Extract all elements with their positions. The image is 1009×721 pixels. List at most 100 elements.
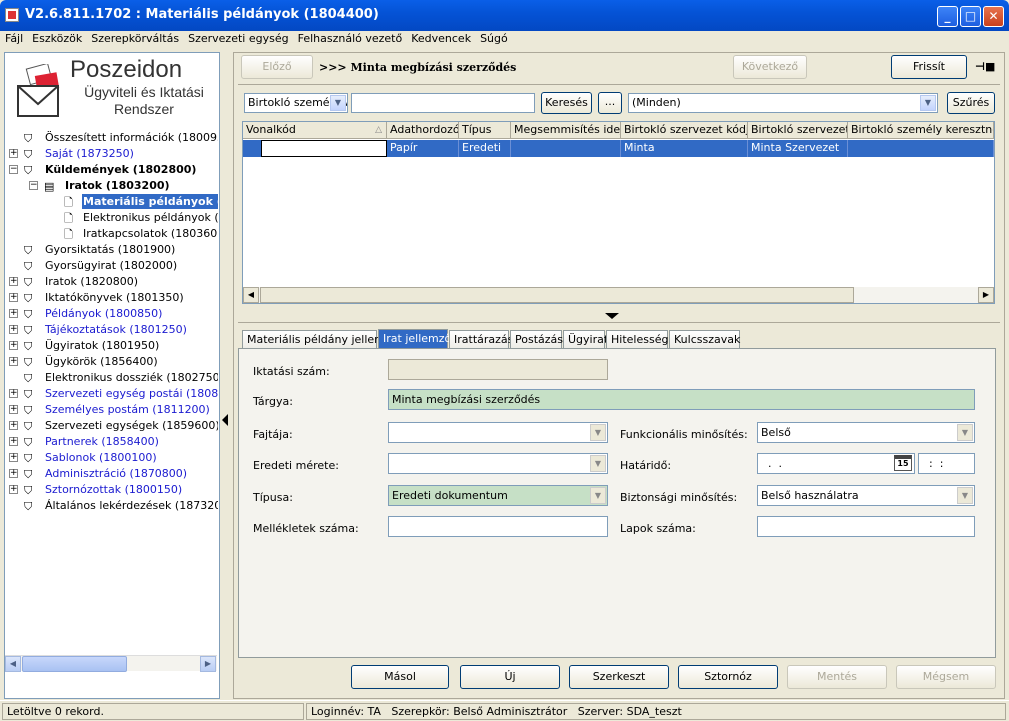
new-button[interactable]: Új (460, 665, 560, 689)
column-header[interactable]: Megsemmisítés ideje (511, 122, 621, 139)
search-input[interactable] (351, 93, 535, 113)
column-header[interactable]: Típus (459, 122, 511, 139)
search-button[interactable]: Keresés (541, 92, 592, 114)
column-header[interactable]: Birtokló szervezet (748, 122, 848, 139)
type-select[interactable]: Eredeti dokumentum ▼ (388, 485, 608, 506)
expand-icon[interactable]: + (9, 453, 18, 462)
table-row-selected[interactable]: Papír Eredeti Minta Minta Szervezet (243, 140, 994, 157)
menu-favorites[interactable]: Kedvencek (406, 31, 475, 45)
edit-button[interactable]: Szerkeszt (569, 665, 669, 689)
filter-select[interactable]: (Minden) ▼ (628, 93, 938, 113)
scroll-thumb[interactable] (22, 656, 127, 672)
scroll-right-icon[interactable]: ▶ (200, 656, 216, 672)
expand-icon[interactable]: + (9, 309, 18, 318)
divider (238, 322, 1000, 323)
table-horizontal-scrollbar[interactable]: ◀ ▶ (243, 287, 994, 303)
menu-user-lead[interactable]: Felhasználó vezető (293, 31, 407, 45)
chevron-down-icon[interactable]: ▼ (590, 455, 606, 472)
copy-button[interactable]: Másol (351, 665, 449, 689)
page-count-input[interactable] (757, 516, 975, 537)
expand-icon[interactable]: + (9, 469, 18, 478)
logo-subtitle: Ügyviteli és Iktatási (84, 84, 204, 100)
registration-number-field (388, 359, 608, 380)
column-header[interactable]: Birtokló szervezet kódja (621, 122, 748, 139)
scroll-thumb[interactable] (260, 287, 854, 303)
menu-role-switch[interactable]: Szerepkörváltás (86, 31, 183, 45)
functional-class-select[interactable]: Belső ▼ (757, 422, 975, 443)
tab-authenticity[interactable]: Hitelesség (606, 330, 668, 349)
collapse-icon[interactable]: − (29, 181, 38, 190)
tab-case-file[interactable]: Ügyirat (563, 330, 608, 349)
tab-material-copy[interactable]: Materiális példány jellemzői (242, 330, 400, 349)
scroll-left-icon[interactable]: ◀ (243, 287, 259, 303)
scroll-right-icon[interactable]: ▶ (978, 287, 994, 303)
maximize-button[interactable]: □ (960, 6, 981, 27)
tree-item-selected[interactable]: 🗋 Materiális példányok (1 (6, 194, 218, 210)
kind-select[interactable]: ▼ (388, 422, 608, 443)
expand-icon[interactable]: + (9, 405, 18, 414)
tab-document-props[interactable]: Irat jellemzői (378, 329, 454, 349)
tab-keywords[interactable]: Kulcsszavak (669, 330, 740, 349)
chevron-down-icon[interactable]: ▼ (957, 424, 973, 441)
menu-file[interactable]: Fájl (0, 31, 27, 45)
next-button[interactable]: Következő (733, 55, 807, 79)
folder-icon: ⛉ (24, 452, 33, 465)
browse-button[interactable]: ... (598, 92, 622, 114)
tab-mailing[interactable]: Postázás (510, 330, 563, 349)
expand-icon[interactable]: + (9, 293, 18, 302)
expand-icon[interactable]: + (9, 389, 18, 398)
cancel-record-button[interactable]: Sztornóz (678, 665, 778, 689)
expand-icon[interactable]: + (9, 325, 18, 334)
calendar-icon[interactable]: 15 (894, 455, 912, 471)
title-bar[interactable]: V2.6.811.1702 : Materiális példányok (18… (0, 0, 1009, 31)
pin-icon[interactable]: ⊣■ (975, 60, 995, 73)
discard-button[interactable]: Mégsem (896, 665, 996, 689)
menu-org-unit[interactable]: Szervezeti egység (183, 31, 292, 45)
chevron-down-icon[interactable]: ▼ (957, 487, 973, 504)
deadline-date-input[interactable]: . . (757, 453, 915, 474)
table-cell[interactable] (261, 140, 387, 157)
sort-asc-icon: △ (375, 125, 382, 135)
refresh-button[interactable]: Frissít (891, 55, 967, 79)
pane-splitter[interactable] (220, 52, 232, 699)
original-size-select[interactable]: ▼ (388, 453, 608, 474)
chevron-down-icon[interactable]: ▼ (590, 487, 606, 504)
expand-icon[interactable]: + (9, 277, 18, 286)
expand-icon[interactable]: + (9, 485, 18, 494)
save-button[interactable]: Mentés (787, 665, 887, 689)
subject-field[interactable]: Minta megbízási szerződés (388, 389, 975, 410)
menu-tools[interactable]: Eszközök (27, 31, 86, 45)
filter-button[interactable]: Szűrés (947, 92, 995, 114)
collapse-icon[interactable]: − (9, 165, 18, 174)
table-cell: Eredeti (459, 140, 511, 157)
search-field-select[interactable]: Birtokló személy v ▼ (244, 93, 348, 113)
menu-help[interactable]: Súgó (475, 31, 512, 45)
folder-icon: ⛉ (24, 244, 33, 257)
expand-icon[interactable]: + (9, 149, 18, 158)
scroll-left-icon[interactable]: ◀ (5, 656, 21, 672)
security-class-select[interactable]: Belső használatra ▼ (757, 485, 975, 506)
window-title: V2.6.811.1702 : Materiális példányok (18… (25, 7, 379, 22)
expand-icon[interactable]: + (9, 437, 18, 446)
tree-horizontal-scrollbar[interactable]: ◀ ▶ (5, 655, 217, 672)
chevron-down-icon[interactable]: ▼ (590, 424, 606, 441)
close-button[interactable]: ✕ (983, 6, 1004, 27)
collapse-left-icon[interactable] (222, 414, 228, 426)
collapse-grid-icon[interactable] (605, 313, 619, 319)
chevron-down-icon[interactable]: ▼ (330, 95, 346, 111)
tab-archiving[interactable]: Irattárazás (449, 330, 513, 349)
column-header[interactable]: Birtokló személy keresztneve (848, 122, 994, 139)
attachments-count-input[interactable] (388, 516, 608, 537)
minimize-button[interactable]: _ (937, 6, 958, 27)
deadline-time-input[interactable]: : : (918, 453, 975, 474)
expand-icon[interactable]: + (9, 341, 18, 350)
prev-button[interactable]: Előző (241, 55, 313, 79)
attachments-count-label: Mellékletek száma: (253, 522, 359, 535)
chevron-down-icon[interactable]: ▼ (920, 95, 936, 111)
column-header-barcode[interactable]: Vonalkód △ (243, 122, 387, 139)
table-cell (848, 140, 994, 157)
expand-icon[interactable]: + (9, 421, 18, 430)
column-header[interactable]: Adathordozó (387, 122, 459, 139)
expand-icon[interactable]: + (9, 357, 18, 366)
envelope-logo-icon (17, 64, 60, 117)
